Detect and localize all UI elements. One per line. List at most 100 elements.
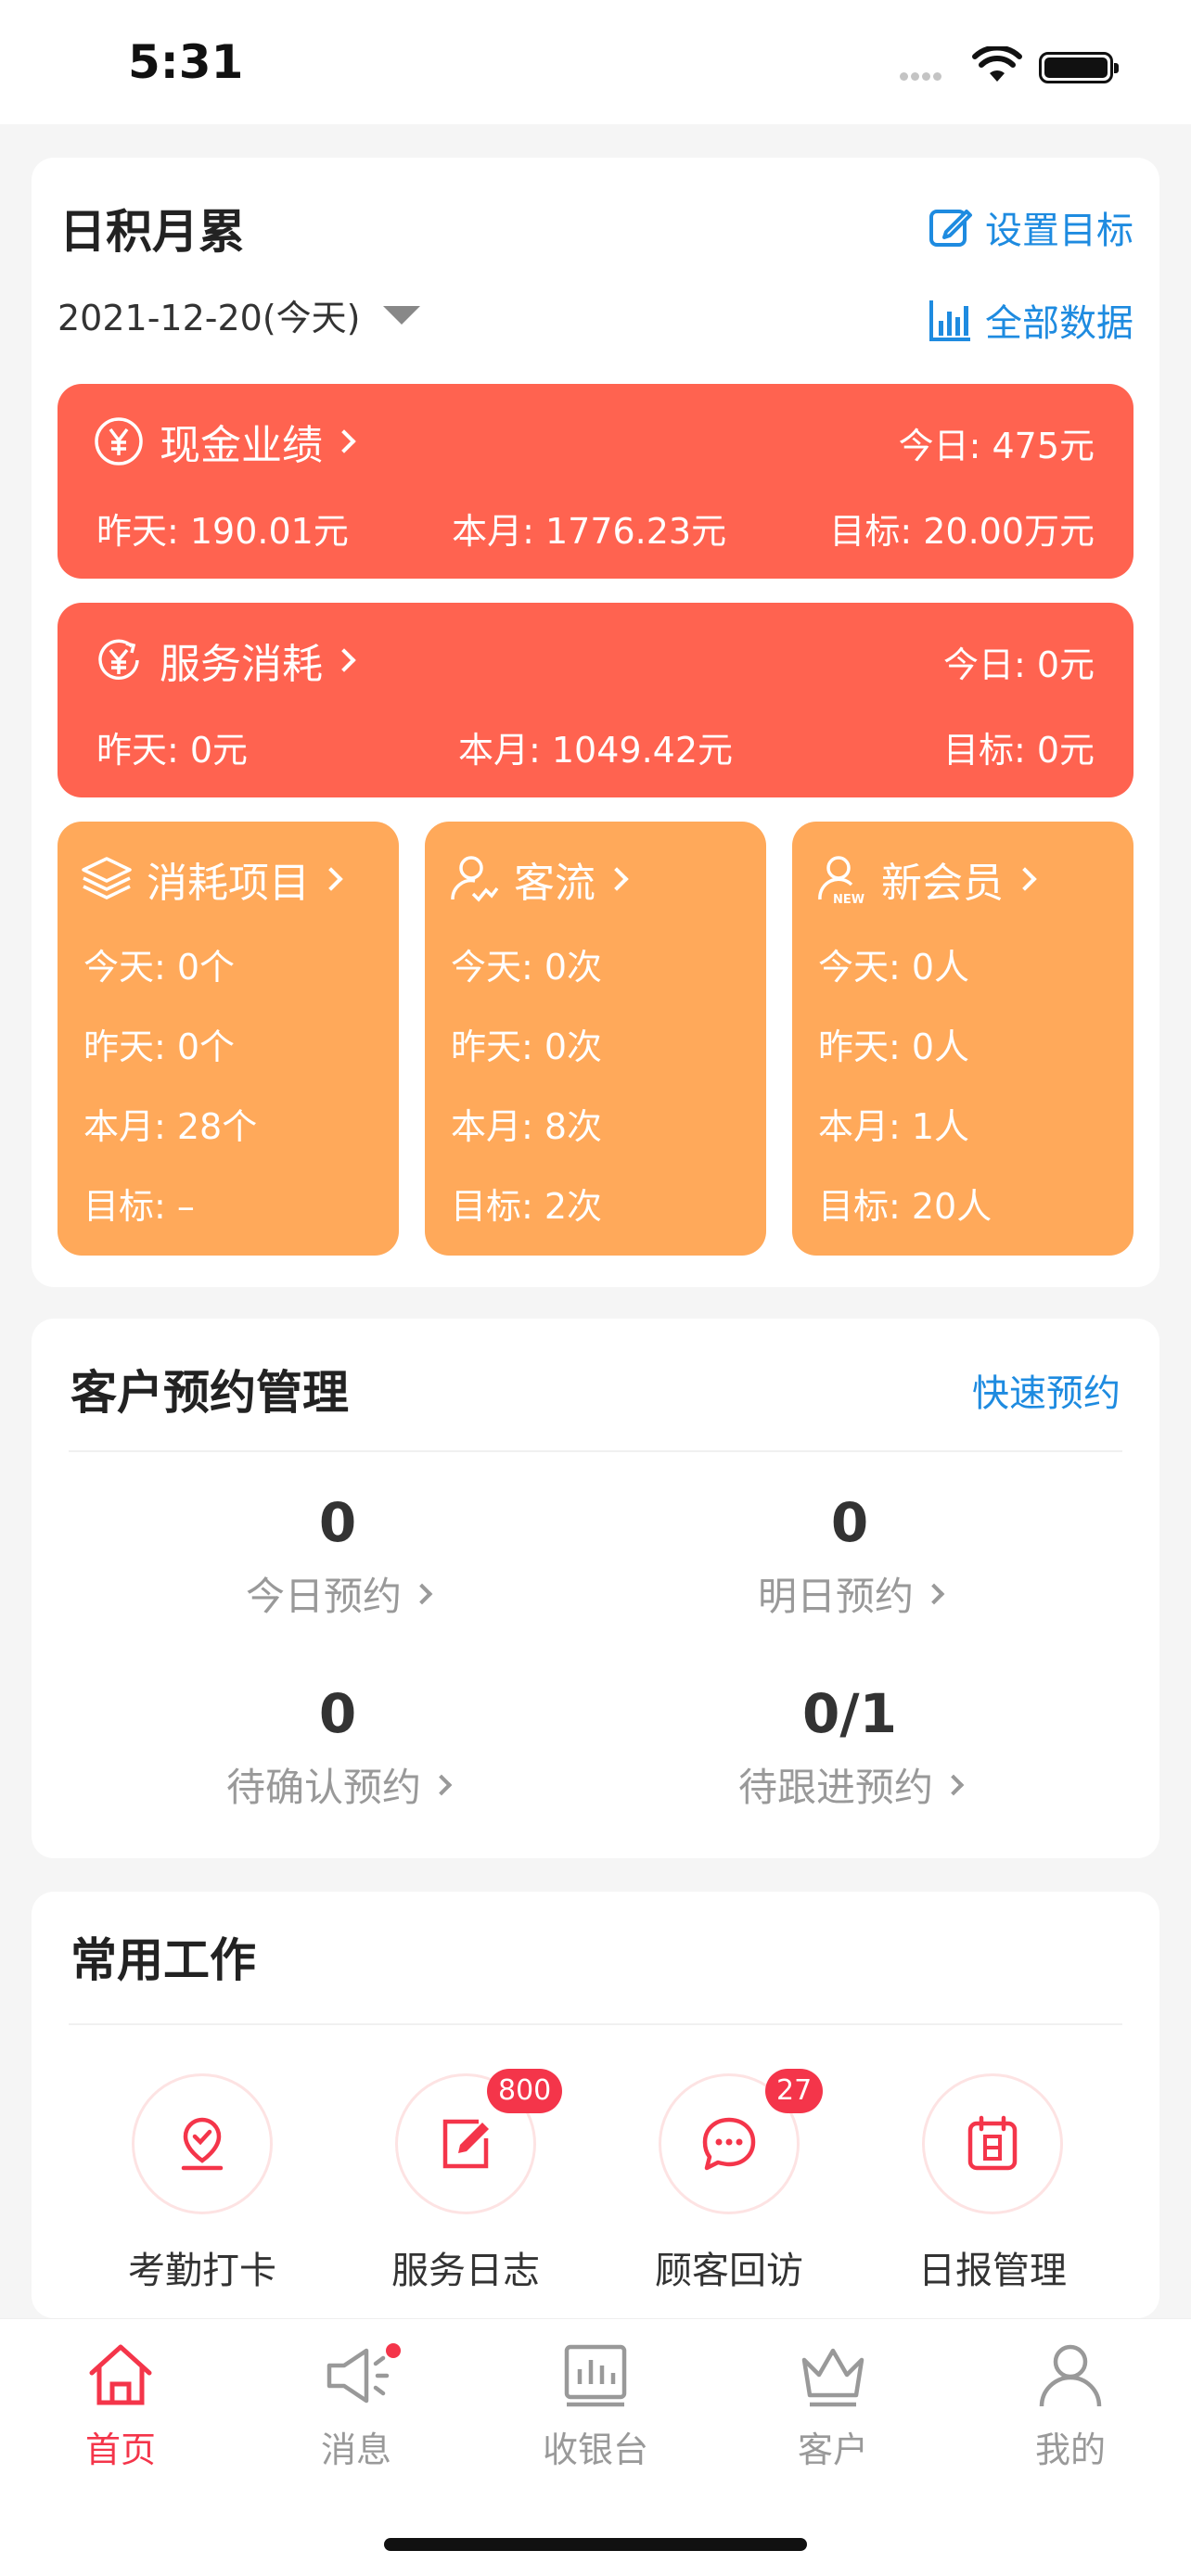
stat-label: 待确认预约 xyxy=(225,1765,421,1810)
all-data-link[interactable]: 全部数据 xyxy=(928,293,1133,347)
service-today: 今日: 0元 xyxy=(942,644,1095,685)
tool-label: 考勤打卡 xyxy=(128,2250,276,2292)
traffic-panel[interactable]: 客流 今天: 0次 昨天: 0次 本月: 8次 目标: 2次 xyxy=(425,822,766,1256)
chevron-right-icon xyxy=(923,1583,945,1604)
crown-icon xyxy=(801,2348,864,2407)
traffic-target: 目标: 2次 xyxy=(451,1186,603,1227)
cash-target: 目标: 20.00万元 xyxy=(829,511,1095,552)
traffic-month: 本月: 8次 xyxy=(451,1106,603,1147)
tab-label: 我的 xyxy=(1034,2429,1106,2470)
stat-value: 0 xyxy=(318,1682,357,1745)
service-label: 服务消耗 xyxy=(160,641,323,688)
card-title: 日积月累 xyxy=(59,205,245,259)
items-label: 消耗项目 xyxy=(147,860,310,907)
common-work-title: 常用工作 xyxy=(70,1933,256,1987)
tab-label: 收银台 xyxy=(542,2429,648,2470)
yen-refresh-icon xyxy=(98,639,139,680)
service-month: 本月: 1049.42元 xyxy=(457,730,734,771)
chevron-right-icon xyxy=(332,648,356,672)
service-header: 服务消耗 xyxy=(93,631,356,690)
date-label: 2021-12-20(今天) xyxy=(58,298,361,338)
chevron-right-icon xyxy=(605,867,629,891)
chevron-right-icon xyxy=(942,1774,965,1795)
battery-icon xyxy=(1039,52,1119,83)
stat-value: 0 xyxy=(318,1491,357,1554)
checkin-icon xyxy=(181,2117,224,2171)
divider xyxy=(69,2023,1122,2025)
tab-cashier[interactable]: 收银台 xyxy=(503,2341,688,2472)
service-target: 目标: 0元 xyxy=(942,730,1095,771)
tab-messages[interactable]: 消息 xyxy=(263,2341,449,2472)
tab-mine[interactable]: 我的 xyxy=(978,2341,1163,2472)
attendance-button[interactable]: 考勤打卡 xyxy=(91,2073,314,2294)
notification-badge: 800 xyxy=(487,2069,563,2113)
customer-followup-button[interactable]: 27 顾客回访 xyxy=(618,2069,840,2294)
pending-followup-appointments[interactable]: 0/1 待跟进预约 xyxy=(618,1682,1082,1813)
pending-confirm-appointments[interactable]: 0 待确认预约 xyxy=(106,1682,570,1813)
items-header: 消耗项目 xyxy=(80,849,343,909)
yen-icon xyxy=(95,417,143,465)
cellular-signal-icon xyxy=(900,67,944,84)
tomorrow-appointments[interactable]: 0 明日预约 xyxy=(618,1491,1082,1622)
items-yesterday: 昨天: 0个 xyxy=(83,1027,236,1067)
caret-down-icon xyxy=(382,305,420,325)
appointments-title: 客户预约管理 xyxy=(70,1366,349,1420)
new-members-panel[interactable]: NEW 新会员 今天: 0人 昨天: 0人 本月: 1人 目标: 20人 xyxy=(792,822,1133,1256)
members-yesterday: 昨天: 0人 xyxy=(818,1027,970,1067)
edit-icon xyxy=(442,2119,489,2169)
tab-label: 客户 xyxy=(797,2429,868,2470)
set-goal-label: 设置目标 xyxy=(985,210,1133,252)
daily-report-button[interactable]: 日报管理 xyxy=(881,2073,1104,2294)
members-today: 今天: 0人 xyxy=(818,947,970,988)
all-data-label: 全部数据 xyxy=(985,302,1133,345)
traffic-yesterday: 昨天: 0次 xyxy=(451,1027,603,1067)
cash-header: 现金业绩 xyxy=(93,412,356,471)
user-icon xyxy=(1039,2344,1102,2407)
layers-icon xyxy=(82,857,132,899)
service-yesterday: 昨天: 0元 xyxy=(96,730,249,771)
new-user-icon: NEW xyxy=(818,856,864,905)
tab-label: 首页 xyxy=(84,2429,156,2470)
cashier-icon xyxy=(564,2344,627,2407)
stat-label: 待跟进预约 xyxy=(737,1765,933,1810)
cash-month: 本月: 1776.23元 xyxy=(452,511,727,552)
items-target: 目标: – xyxy=(83,1186,195,1227)
user-trend-icon xyxy=(451,856,499,902)
megaphone-icon xyxy=(327,2348,390,2404)
common-work-card: 常用工作 考勤打卡 800 服务日志 27 顾客回访 日报管理 xyxy=(32,1892,1159,2318)
performance-card: 日积月累 设置目标 2021-12-20(今天) 全部数据 现金业绩 今日: 4… xyxy=(32,158,1159,1287)
members-month: 本月: 1人 xyxy=(818,1106,970,1147)
service-consumption-panel[interactable]: 服务消耗 今日: 0元 昨天: 0元 本月: 1049.42元 目标: 0元 xyxy=(58,603,1133,797)
date-selector[interactable]: 2021-12-20(今天) xyxy=(58,289,420,340)
chevron-right-icon xyxy=(332,429,356,453)
cash-yesterday: 昨天: 190.01元 xyxy=(96,511,349,552)
members-header: NEW 新会员 xyxy=(814,849,1037,909)
today-appointments[interactable]: 0 今日预约 xyxy=(106,1491,570,1622)
consumption-items-panel[interactable]: 消耗项目 今天: 0个 昨天: 0个 本月: 28个 目标: – xyxy=(58,822,399,1256)
divider xyxy=(69,1450,1122,1452)
cash-label: 现金业绩 xyxy=(160,422,323,469)
stat-value: 0 xyxy=(830,1491,869,1554)
chevron-right-icon xyxy=(430,1774,453,1795)
tab-customers[interactable]: 客户 xyxy=(740,2341,926,2472)
service-log-button[interactable]: 800 服务日志 xyxy=(354,2069,577,2294)
stat-label: 明日预约 xyxy=(757,1574,914,1619)
quick-booking-link[interactable]: 快速预约 xyxy=(972,1363,1121,1417)
notification-badge: 27 xyxy=(765,2069,824,2113)
traffic-today: 今天: 0次 xyxy=(451,947,603,988)
members-target: 目标: 20人 xyxy=(818,1186,992,1227)
chevron-right-icon xyxy=(1013,867,1037,891)
cash-performance-panel[interactable]: 现金业绩 今日: 475元 昨天: 190.01元 本月: 1776.23元 目… xyxy=(58,384,1133,579)
stat-value: 0/1 xyxy=(802,1682,897,1745)
unread-dot xyxy=(386,2343,401,2358)
stat-label: 今日预约 xyxy=(245,1574,402,1619)
chevron-right-icon xyxy=(411,1583,433,1604)
traffic-header: 客流 xyxy=(447,849,629,909)
tool-label: 日报管理 xyxy=(918,2250,1067,2292)
home-icon xyxy=(89,2344,152,2405)
home-indicator xyxy=(384,2538,807,2551)
tab-home[interactable]: 首页 xyxy=(28,2341,213,2472)
set-goal-link[interactable]: 设置目标 xyxy=(928,200,1133,254)
cash-today: 今日: 475元 xyxy=(898,426,1095,466)
edit-icon xyxy=(929,210,972,247)
